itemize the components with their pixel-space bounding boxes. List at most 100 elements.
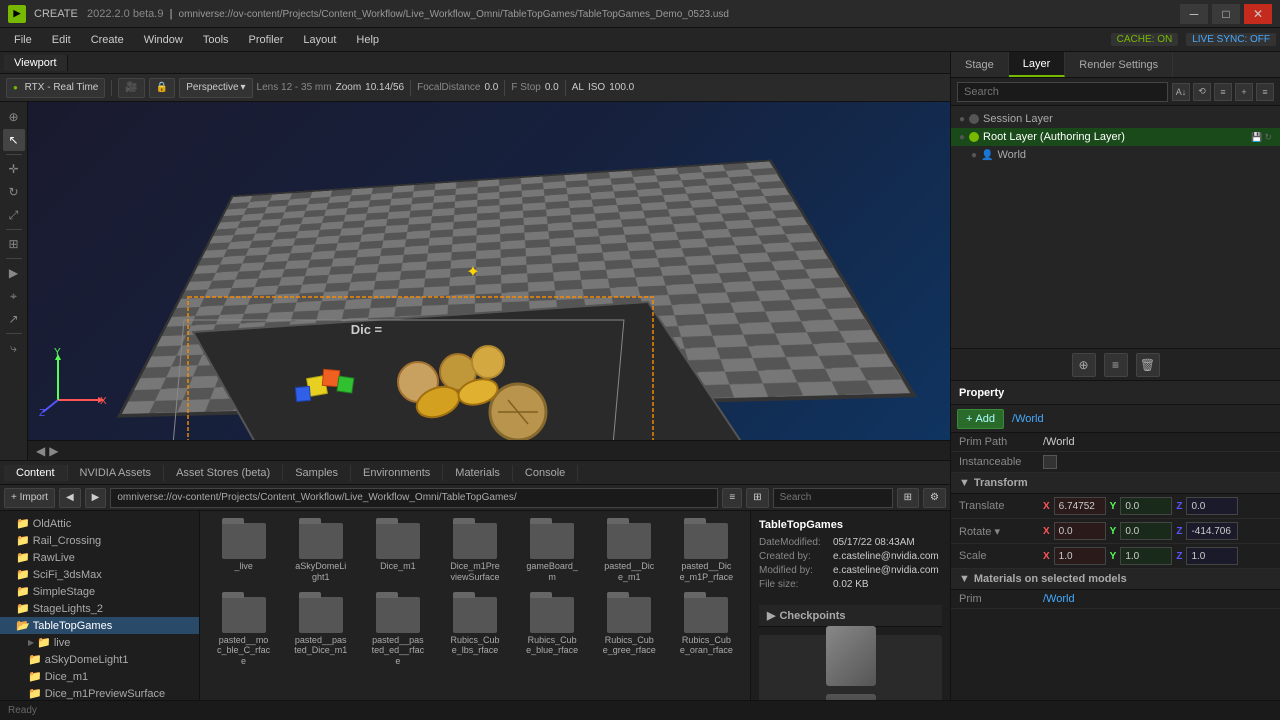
file-item-skydome[interactable]: aSkyDomeLight1 — [285, 519, 356, 587]
viewport-canvas[interactable]: ✦ Dic = — [28, 102, 950, 440]
tab-content[interactable]: Content — [4, 465, 68, 481]
tab-console[interactable]: Console — [513, 465, 578, 481]
search-add-btn[interactable]: + — [1235, 83, 1253, 101]
filter-button[interactable]: ≡ — [722, 488, 742, 508]
maximize-button[interactable]: □ — [1212, 4, 1240, 24]
file-item-pasted-dice2[interactable]: pasted__Dice_m1P_rface — [671, 519, 742, 587]
tab-render-settings[interactable]: Render Settings — [1065, 52, 1173, 77]
tree-item-rawlive[interactable]: 📁 RawLive — [0, 549, 199, 566]
search-menu-btn[interactable]: ≡ — [1256, 83, 1274, 101]
refresh-layer-btn[interactable]: ↻ — [1264, 132, 1272, 143]
scale-x-input[interactable] — [1054, 547, 1106, 565]
checkpoints-section[interactable]: ▶ Checkpoints — [759, 605, 942, 627]
materials-section[interactable]: ▼ Materials on selected models — [951, 569, 1280, 590]
menu-window[interactable]: Window — [134, 32, 193, 48]
vp-tool-universal[interactable]: ⊞ — [3, 233, 25, 255]
file-item-rubics-blue[interactable]: Rubics_Cube_blue_rface — [517, 593, 588, 671]
file-item-rubics-orange[interactable]: Rubics_Cube_oran_rface — [671, 593, 742, 671]
menu-create[interactable]: Create — [81, 32, 134, 48]
scale-z-input[interactable] — [1186, 547, 1238, 565]
file-item-live[interactable]: _live — [208, 519, 279, 587]
layer-root[interactable]: ● Root Layer (Authoring Layer) 💾 ↻ — [951, 128, 1280, 146]
file-item-gameboard[interactable]: gameBoard_m — [517, 519, 588, 587]
tree-item-rail[interactable]: 📁 Rail_Crossing — [0, 532, 199, 549]
layer-world[interactable]: ● 👤 World — [951, 146, 1280, 164]
vp-tool-add[interactable]: ⊕ — [3, 106, 25, 128]
transform-section[interactable]: ▼ Transform — [951, 473, 1280, 494]
vp-tool-scale[interactable]: ⤢ — [3, 204, 25, 226]
rotate-y-input[interactable] — [1120, 522, 1172, 540]
grid-view-button[interactable]: ⊞ — [897, 488, 919, 508]
tree-item-oldattic[interactable]: 📁 OldAttic — [0, 515, 199, 532]
menu-help[interactable]: Help — [346, 32, 389, 48]
tab-nvidia-assets[interactable]: NVIDIA Assets — [68, 465, 165, 481]
vp-tool-select[interactable]: ↖ — [3, 129, 25, 151]
file-item-pasted-ed[interactable]: pasted__pasted_ed__rface — [362, 593, 433, 671]
vp-tool-share[interactable]: ⤷ — [3, 337, 25, 359]
path-input[interactable] — [110, 488, 718, 508]
search-layers-btn[interactable]: ≡ — [1214, 83, 1232, 101]
vp-tool-snap[interactable]: ⌖ — [3, 285, 25, 307]
delete-layer-btn[interactable]: 🗑 — [1136, 353, 1160, 377]
file-item-pasted-dice[interactable]: pasted__Dice_m1 — [594, 519, 665, 587]
file-item-pasted-pasted[interactable]: pasted__pasted_Dice_m1 — [285, 593, 356, 671]
search-input[interactable] — [773, 488, 893, 508]
file-item-rubics-lbs[interactable]: Rubics_Cube_lbs_rface — [439, 593, 510, 671]
tree-item-sky[interactable]: 📁 aSkyDomeLight1 — [0, 651, 199, 668]
tab-asset-stores[interactable]: Asset Stores (beta) — [164, 465, 283, 481]
search-sort-btn[interactable]: A↓ — [1172, 83, 1190, 101]
layer-session[interactable]: ● Session Layer — [951, 110, 1280, 128]
tree-item-live[interactable]: ▶ 📁 live — [0, 634, 199, 651]
translate-x-input[interactable] — [1054, 497, 1106, 515]
tab-samples[interactable]: Samples — [283, 465, 351, 481]
rtx-button[interactable]: RTX - Real Time — [6, 78, 105, 98]
bookmark-button[interactable]: ⊞ — [746, 488, 768, 508]
tree-item-tabletop[interactable]: 📂 TableTopGames — [0, 617, 199, 634]
add-layer-btn[interactable]: ⊕ — [1072, 353, 1096, 377]
scale-y-input[interactable] — [1120, 547, 1172, 565]
tab-layer[interactable]: Layer — [1009, 52, 1066, 77]
menu-profiler[interactable]: Profiler — [239, 32, 294, 48]
menu-tools[interactable]: Tools — [193, 32, 239, 48]
add-property-button[interactable]: + Add — [957, 409, 1004, 429]
nav-left[interactable]: ◀ — [36, 444, 45, 458]
menu-layout[interactable]: Layout — [293, 32, 346, 48]
tree-item-simple[interactable]: 📁 SimpleStage — [0, 583, 199, 600]
import-button[interactable]: + Import — [4, 488, 55, 508]
forward-button[interactable]: ▶ — [85, 488, 107, 508]
vp-tool-orient[interactable]: ↗ — [3, 308, 25, 330]
file-item-rubics-green[interactable]: Rubics_Cube_gree_rface — [594, 593, 665, 671]
tab-environments[interactable]: Environments — [351, 465, 443, 481]
menu-file[interactable]: File — [4, 32, 42, 48]
instanceable-checkbox[interactable] — [1043, 455, 1057, 469]
vp-tool-camera[interactable]: ▶ — [3, 262, 25, 284]
file-item-dice-prev[interactable]: Dice_m1PreviewSurface — [439, 519, 510, 587]
tree-item-dice-prev[interactable]: 📁 Dice_m1PreviewSurface — [0, 685, 199, 700]
save-layer-btn[interactable]: 💾 — [1251, 132, 1262, 143]
vp-tool-move[interactable]: ✛ — [3, 158, 25, 180]
tree-item-scifi[interactable]: 📁 SciFi_3dsMax — [0, 566, 199, 583]
layer-search-input[interactable] — [957, 82, 1168, 102]
viewport-tab[interactable]: Viewport — [4, 55, 68, 71]
tree-item-dice[interactable]: 📁 Dice_m1 — [0, 668, 199, 685]
file-item-dice-m1[interactable]: Dice_m1 — [362, 519, 433, 587]
perspective-button[interactable]: Perspective ▾ — [179, 78, 252, 98]
rotate-x-input[interactable] — [1054, 522, 1106, 540]
search-refresh-btn[interactable]: ⟲ — [1193, 83, 1211, 101]
tab-materials[interactable]: Materials — [443, 465, 513, 481]
camera-icon-btn[interactable]: 🎥 — [118, 78, 144, 98]
vp-tool-rotate[interactable]: ↻ — [3, 181, 25, 203]
nav-right[interactable]: ▶ — [49, 444, 58, 458]
menu-edit[interactable]: Edit — [42, 32, 81, 48]
close-button[interactable]: ✕ — [1244, 4, 1272, 24]
tab-stage[interactable]: Stage — [951, 52, 1009, 77]
lock-btn[interactable]: 🔒 — [149, 78, 175, 98]
tree-item-stagelights[interactable]: 📁 StageLights_2 — [0, 600, 199, 617]
edit-layer-btn[interactable]: ≡ — [1104, 353, 1128, 377]
translate-z-input[interactable] — [1186, 497, 1238, 515]
file-item-pasted-mob[interactable]: pasted__moc_ble_C_rface — [208, 593, 279, 671]
minimize-button[interactable]: ─ — [1180, 4, 1208, 24]
rotate-z-input[interactable] — [1186, 522, 1238, 540]
translate-y-input[interactable] — [1120, 497, 1172, 515]
filter-icon-button[interactable]: ⚙ — [923, 488, 946, 508]
